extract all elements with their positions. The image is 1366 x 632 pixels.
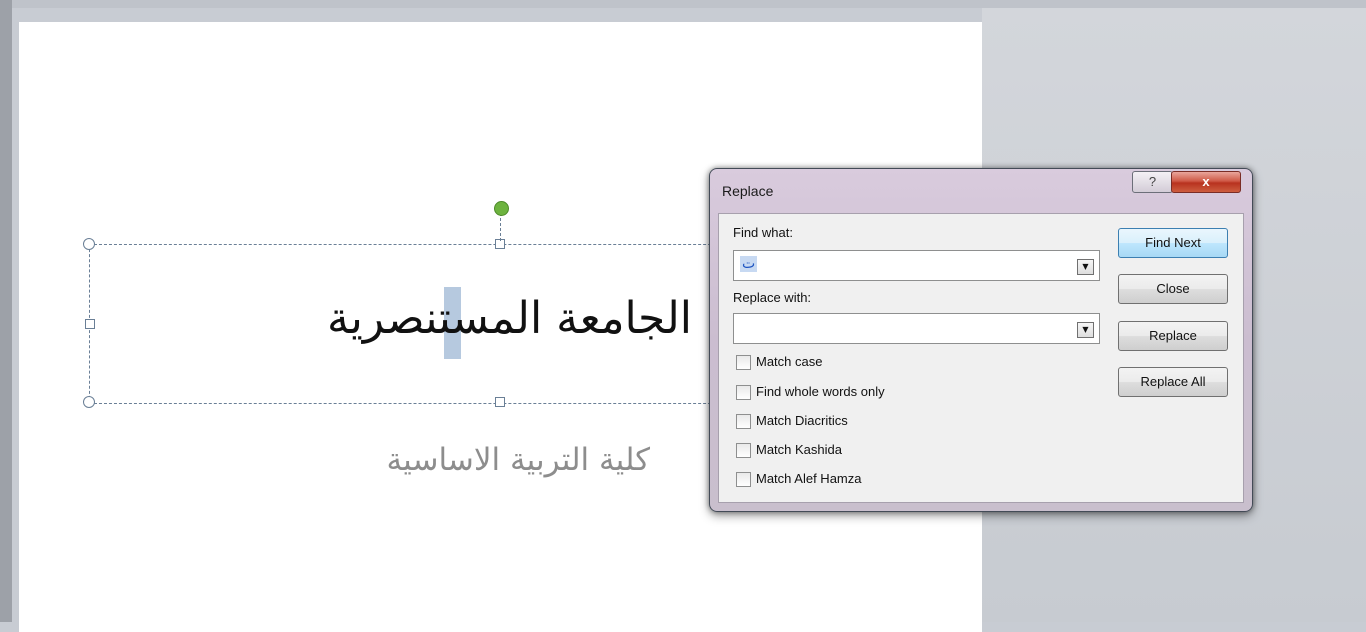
rotate-stem (500, 213, 501, 241)
rotate-handle[interactable] (494, 201, 509, 216)
replace-all-button[interactable]: Replace All (1118, 367, 1228, 397)
chevron-down-icon[interactable]: ▼ (1077, 322, 1094, 338)
replace-dialog: Replace ? x Find what: ت ▼ Replace with:… (709, 168, 1253, 512)
dialog-close-icon[interactable]: x (1171, 171, 1241, 193)
resize-handle-bottom[interactable] (495, 397, 505, 407)
find-whole-words-label[interactable]: Find whole words only (756, 384, 885, 399)
find-what-value[interactable]: ت (740, 256, 758, 272)
match-alef-hamza-checkbox[interactable] (736, 472, 751, 487)
top-strip (0, 0, 1366, 8)
find-what-label: Find what: (733, 225, 793, 240)
find-next-button[interactable]: Find Next (1118, 228, 1228, 258)
resize-handle-top-left[interactable] (83, 238, 95, 250)
match-diacritics-label[interactable]: Match Diacritics (756, 413, 848, 428)
find-whole-words-checkbox[interactable] (736, 385, 751, 400)
slide-title-text[interactable]: الجامعة المستنصرية (290, 282, 692, 356)
match-diacritics-checkbox[interactable] (736, 414, 751, 429)
resize-handle-left[interactable] (85, 319, 95, 329)
left-strip (0, 0, 12, 622)
match-kashida-checkbox[interactable] (736, 443, 751, 458)
replace-with-combobox[interactable]: ▼ (733, 313, 1100, 344)
replace-button[interactable]: Replace (1118, 321, 1228, 351)
dialog-title: Replace (722, 183, 774, 199)
dialog-body: Find what: ت ▼ Replace with: ▼ Match cas… (718, 213, 1244, 503)
slide-subtitle-text[interactable]: كلية التربية الاساسية (330, 436, 651, 484)
close-button[interactable]: Close (1118, 274, 1228, 304)
chevron-down-icon[interactable]: ▼ (1077, 259, 1094, 275)
match-case-checkbox[interactable] (736, 355, 751, 370)
help-button[interactable]: ? (1132, 171, 1173, 193)
match-kashida-label[interactable]: Match Kashida (756, 442, 842, 457)
match-case-label[interactable]: Match case (756, 354, 822, 369)
match-alef-hamza-label[interactable]: Match Alef Hamza (756, 471, 862, 486)
resize-handle-bottom-left[interactable] (83, 396, 95, 408)
find-what-combobox[interactable]: ت ▼ (733, 250, 1100, 281)
replace-with-label: Replace with: (733, 290, 812, 305)
